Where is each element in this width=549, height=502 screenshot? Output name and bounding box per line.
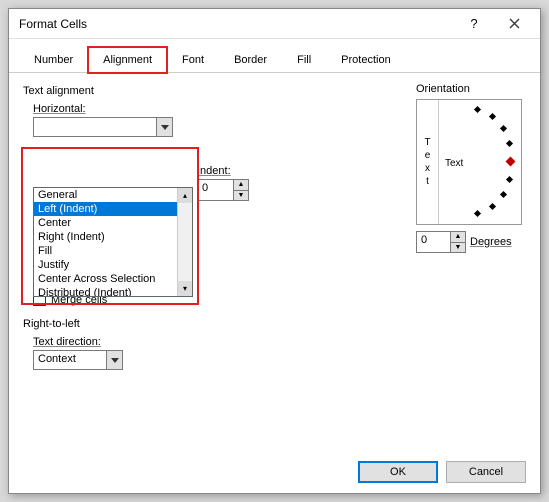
- orientation-handle[interactable]: [506, 157, 516, 167]
- degrees-spinner[interactable]: 0 ▲ ▼: [416, 231, 466, 253]
- arc-dot: [506, 140, 513, 147]
- text-direction-value: Context: [34, 351, 106, 369]
- text-direction-dropdown-button[interactable]: [106, 351, 122, 369]
- dialog-title: Format Cells: [19, 17, 454, 31]
- indent-group: Indent: 0 ▲ ▼: [197, 165, 249, 201]
- dd-general[interactable]: General: [34, 188, 192, 202]
- dd-center[interactable]: Center: [34, 216, 192, 230]
- orientation-box[interactable]: T e x t Text: [416, 99, 522, 225]
- arc-dot: [489, 113, 496, 120]
- indent-spinner[interactable]: 0 ▲ ▼: [197, 179, 249, 201]
- arc-dot: [506, 176, 513, 183]
- ok-button[interactable]: OK: [358, 461, 438, 483]
- button-bar: OK Cancel: [9, 451, 540, 493]
- dd-center-across[interactable]: Center Across Selection: [34, 272, 192, 286]
- indent-up[interactable]: ▲: [234, 180, 248, 191]
- dd-right-indent[interactable]: Right (Indent): [34, 230, 192, 244]
- titlebar: Format Cells ?: [9, 9, 540, 39]
- arc-dot: [489, 203, 496, 210]
- text-direction-combo[interactable]: Context: [33, 350, 123, 370]
- format-cells-dialog: Format Cells ? Number Alignment Font Bor…: [8, 8, 541, 494]
- tab-alignment[interactable]: Alignment: [88, 47, 167, 73]
- cancel-button[interactable]: Cancel: [446, 461, 526, 483]
- horizontal-dropdown-button[interactable]: [156, 118, 172, 136]
- degrees-down[interactable]: ▼: [451, 243, 465, 253]
- arc-dot: [474, 210, 481, 217]
- orientation-label: Orientation: [416, 83, 526, 95]
- dd-justify[interactable]: Justify: [34, 258, 192, 272]
- text-direction-label: Text direction:: [33, 336, 526, 348]
- scroll-up-icon[interactable]: ▴: [178, 188, 192, 203]
- tab-protection[interactable]: Protection: [326, 47, 406, 72]
- dialog-content: Text alignment Horizontal: Indent: 0 ▲ ▼: [9, 73, 540, 451]
- rtl-section: Right-to-left Text direction: Context: [23, 318, 526, 370]
- indent-label: Indent:: [197, 165, 249, 177]
- tab-font[interactable]: Font: [167, 47, 219, 72]
- orientation-vertical-text[interactable]: T e x t: [417, 100, 439, 224]
- horizontal-dropdown-list: General Left (Indent) Center Right (Inde…: [33, 187, 193, 297]
- degrees-value[interactable]: 0: [417, 232, 450, 252]
- dropdown-scrollbar[interactable]: ▴ ▾: [177, 188, 192, 296]
- degrees-row: 0 ▲ ▼ Degrees: [416, 231, 526, 253]
- arc-dot: [474, 106, 481, 113]
- horizontal-combo[interactable]: [33, 117, 173, 137]
- arc-dot: [500, 125, 507, 132]
- scroll-down-icon[interactable]: ▾: [178, 281, 192, 296]
- arc-dot: [500, 191, 507, 198]
- degrees-up[interactable]: ▲: [451, 232, 465, 243]
- tab-strip: Number Alignment Font Border Fill Protec…: [9, 39, 540, 73]
- degrees-label: Degrees: [470, 236, 512, 248]
- indent-value[interactable]: 0: [198, 180, 233, 200]
- close-button[interactable]: [494, 10, 534, 38]
- dd-fill[interactable]: Fill: [34, 244, 192, 258]
- orientation-arc[interactable]: Text: [439, 100, 521, 224]
- rtl-label: Right-to-left: [23, 318, 526, 330]
- tab-border[interactable]: Border: [219, 47, 282, 72]
- dd-distributed[interactable]: Distributed (Indent): [34, 286, 192, 296]
- tab-number[interactable]: Number: [19, 47, 88, 72]
- horizontal-value: [34, 118, 156, 136]
- orientation-section: Orientation T e x t Text: [416, 83, 526, 253]
- dd-left-indent[interactable]: Left (Indent): [34, 202, 192, 216]
- indent-down[interactable]: ▼: [234, 191, 248, 201]
- help-button[interactable]: ?: [454, 10, 494, 38]
- tab-fill[interactable]: Fill: [282, 47, 326, 72]
- orientation-horizontal-text: Text: [445, 158, 463, 169]
